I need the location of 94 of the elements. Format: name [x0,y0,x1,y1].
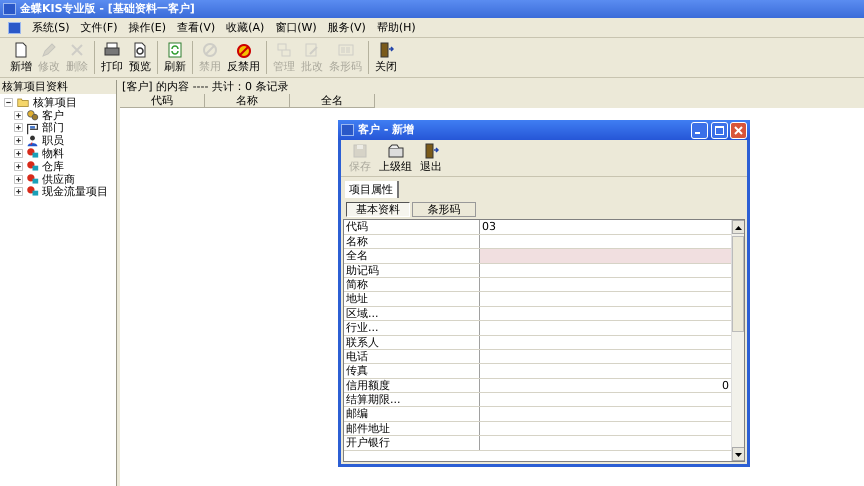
preview-icon [132,42,148,58]
items-icon [26,160,39,173]
field-label: 地址 [344,292,480,306]
menu-item[interactable]: 操作(E) [128,20,166,34]
menu-item[interactable]: 窗口(W) [275,20,317,34]
panel-title: 核算项目资料 [1,80,69,94]
column-header: 代码 [120,94,205,108]
minimize-button[interactable] [690,122,708,138]
toolbar-button[interactable]: 新增 [8,41,34,74]
items-icon [26,147,39,160]
tab[interactable]: 项目属性 [345,181,399,198]
expand-icon[interactable] [14,149,23,158]
field-label: 区域... [344,306,480,320]
menu-item[interactable]: 查看(V) [177,20,216,34]
page-icon [13,42,29,58]
person-icon [26,134,39,148]
app-logo-icon [341,124,354,136]
field-label: 电话 [344,350,480,364]
window-title: 金蝶KIS专业版 - [基础资料一客户] [20,2,195,16]
unban-icon [236,42,252,58]
scroll-up-button[interactable] [732,220,744,234]
door-icon [423,143,439,159]
column-header: 名称 [205,94,290,108]
batch-icon [304,42,320,58]
field-label: 简称 [344,278,480,292]
tree-item[interactable]: 部门 [42,121,64,135]
tree-item[interactable]: 核算项目 [33,96,77,109]
menu-item[interactable]: 帮助(H) [376,20,416,34]
app-logo-icon [8,22,21,34]
collapse-icon[interactable] [4,98,13,107]
app-logo-icon [3,3,16,15]
tree-item[interactable]: 职员 [42,134,64,148]
field-label: 代码 [344,220,480,234]
menu-item[interactable]: 收藏(A) [226,20,264,34]
folder-icon [16,96,30,108]
tree-item[interactable]: 物料 [42,147,64,160]
ban-icon [202,42,218,58]
manage-icon [276,42,292,58]
toolbar-button[interactable]: 打印 [99,41,125,74]
delete-icon [69,42,85,58]
pencil-icon [41,42,57,58]
scroll-down-button[interactable] [732,447,744,461]
expand-icon[interactable] [14,162,23,171]
field-label: 结算期限... [344,393,480,406]
tab[interactable]: 条形码 [412,202,476,218]
dialog-title: 客户 - 新增 [358,123,416,137]
items-icon [26,172,39,186]
menu-item[interactable]: 系统(S) [32,20,70,34]
toolbar-button[interactable]: 刷新 [162,41,188,74]
barcode-icon [338,42,354,58]
people-icon [26,108,39,122]
field-label: 信用额度 [344,378,480,392]
printer-icon [104,42,120,58]
field-value[interactable]: 03 [480,220,731,234]
folder-icon [388,143,404,159]
field-label: 名称 [344,234,480,248]
scrollbar-thumb[interactable] [732,236,744,332]
toolbar-button[interactable]: 反禁用 [225,41,262,74]
close-button[interactable] [730,122,748,138]
toolbar-button[interactable]: 退出 [418,142,444,174]
expand-icon[interactable] [14,187,23,196]
flag-icon [26,122,39,134]
expand-icon[interactable] [14,136,23,146]
field-label: 助记码 [344,264,480,277]
field-label: 邮编 [344,407,480,421]
door-icon [378,42,394,58]
refresh-icon [167,42,183,58]
field-label: 联系人 [344,336,480,349]
maximize-button[interactable] [710,122,728,138]
field-value[interactable]: 0 [480,378,731,392]
field-value[interactable] [480,249,731,263]
field-label: 开户银行 [344,436,480,450]
expand-icon[interactable] [14,110,23,120]
floppy-icon [352,143,368,159]
menu-item[interactable]: 服务(V) [328,20,366,34]
items-icon [26,185,39,198]
menu-item[interactable]: 文件(F) [80,20,118,34]
maximize-icon [714,126,724,134]
expand-icon[interactable] [14,174,23,184]
tree-item[interactable]: 客户 [42,108,64,122]
toolbar-button[interactable]: 关闭 [373,41,399,74]
toolbar-button[interactable]: 预览 [127,41,153,74]
column-header: 全名 [290,94,375,108]
field-label: 邮件地址 [344,422,480,436]
record-summary: [客户] 的内容 ---- 共计：0 条记录 [120,80,864,94]
toolbar-button[interactable]: 上级组 [377,142,414,174]
tab[interactable]: 基本资料 [346,202,410,218]
field-label: 行业... [344,321,480,334]
tree-item[interactable]: 现金流量项目 [42,185,108,199]
field-label: 传真 [344,364,480,378]
tree-item[interactable]: 供应商 [42,172,75,186]
tree-item[interactable]: 仓库 [42,160,64,173]
close-icon [734,126,744,134]
expand-icon[interactable] [14,123,23,132]
